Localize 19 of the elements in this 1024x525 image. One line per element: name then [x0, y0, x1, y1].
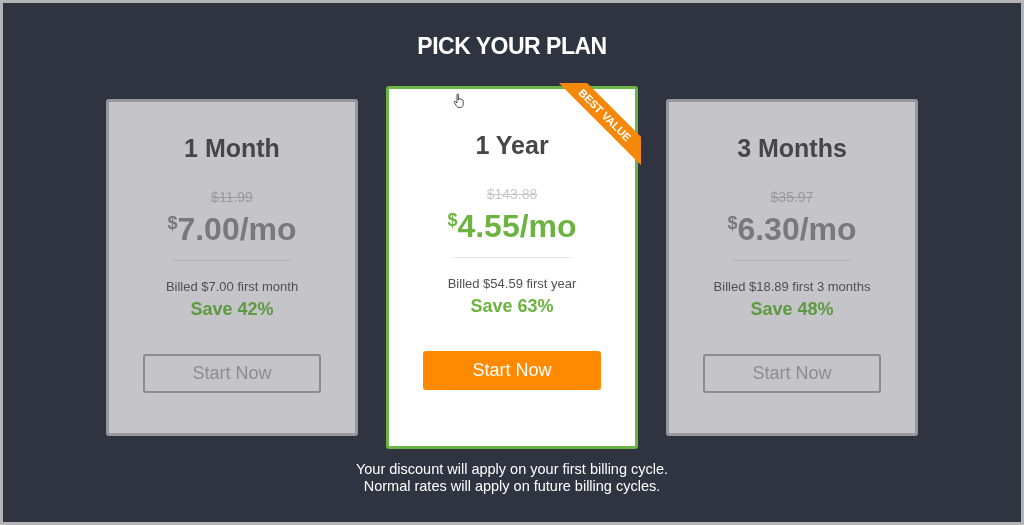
- currency-symbol: $: [447, 210, 458, 230]
- currency-symbol: $: [167, 213, 178, 233]
- plan-price: 7.00/mo: [177, 211, 297, 248]
- plan-price: 6.30/mo: [737, 211, 857, 248]
- plan-name: 3 Months: [737, 134, 847, 163]
- footer-note: Normal rates will apply on future billing cycles.: [363, 478, 661, 495]
- billing-note: Billed $18.89 first 3 months: [713, 279, 871, 294]
- billing-note: Billed $54.59 first year: [447, 276, 577, 291]
- savings-label: Save 42%: [190, 299, 274, 320]
- currency-symbol: $: [727, 213, 738, 233]
- footer-note: Your discount will apply on your first billing cycle.: [355, 461, 669, 478]
- hand-cursor-icon: [453, 93, 465, 109]
- plan-name: 1 Year: [475, 131, 549, 160]
- billing-note: Billed $7.00 first month: [165, 279, 299, 294]
- savings-label: Save 48%: [750, 299, 834, 320]
- page-title: PICK YOUR PLAN: [417, 33, 607, 60]
- savings-label: Save 63%: [470, 296, 554, 317]
- plan-price: 4.55/mo: [457, 208, 577, 245]
- plan-name: 1 Month: [184, 134, 280, 163]
